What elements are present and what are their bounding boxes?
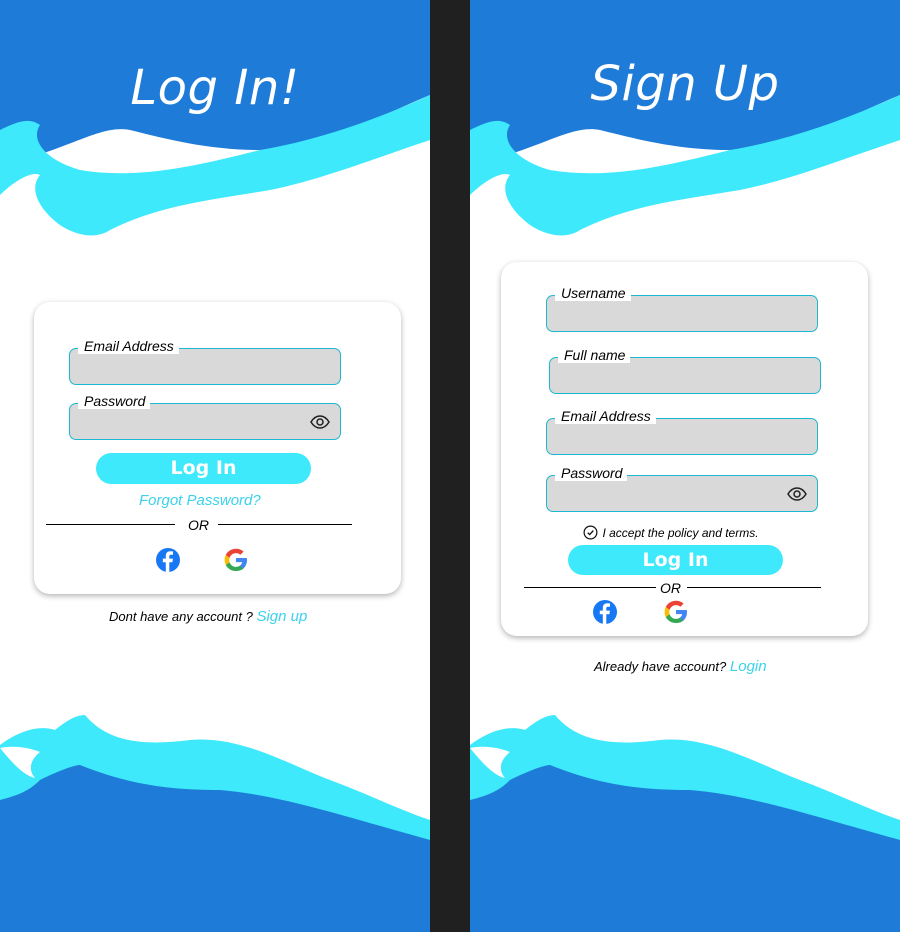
login-screen: Log In! Email Address Password Log In Fo… [0, 0, 430, 932]
login-footer-text: Dont have any account ? [109, 609, 253, 624]
sign-up-link[interactable]: Sign up [256, 608, 307, 625]
signup-screen: Sign Up Username Full name Email Address… [470, 0, 900, 932]
email-field[interactable]: Email Address [69, 338, 341, 385]
full-name-field[interactable]: Full name [549, 347, 821, 394]
password-field-label: Password [78, 393, 151, 409]
email-field-label: Email Address [78, 338, 179, 354]
signup-title: Sign Up [590, 56, 780, 112]
eye-icon[interactable] [787, 486, 807, 501]
forgot-password-link[interactable]: Forgot Password? [139, 492, 261, 509]
or-label: OR [188, 517, 209, 533]
signup-card: Username Full name Email Address Passwor… [501, 262, 868, 636]
signup-footer: Already have account? Login [594, 658, 767, 675]
login-button[interactable]: Log In [96, 453, 311, 484]
google-icon[interactable] [223, 547, 249, 573]
signup-email-field[interactable]: Email Address [546, 408, 818, 455]
or-label: OR [660, 580, 681, 596]
username-field[interactable]: Username [546, 285, 818, 332]
login-footer: Dont have any account ? Sign up [109, 608, 307, 625]
signup-password-field-label: Password [555, 465, 628, 481]
login-link[interactable]: Login [730, 658, 767, 675]
or-divider-left [46, 524, 175, 525]
or-divider-left [524, 587, 656, 588]
or-divider-right [687, 587, 821, 588]
signup-email-field-label: Email Address [555, 408, 656, 424]
facebook-icon[interactable] [155, 547, 181, 573]
signup-password-field[interactable]: Password [546, 465, 818, 512]
username-field-label: Username [555, 285, 631, 301]
google-icon[interactable] [663, 599, 689, 625]
password-field[interactable]: Password [69, 393, 341, 440]
facebook-icon[interactable] [592, 599, 618, 625]
check-circle-icon[interactable] [583, 525, 598, 540]
signup-submit-button[interactable]: Log In [568, 545, 783, 575]
login-card: Email Address Password Log In Forgot Pas… [34, 302, 401, 594]
policy-checkbox-row[interactable]: I accept the policy and terms. [583, 524, 759, 542]
policy-label: I accept the policy and terms. [602, 526, 759, 540]
or-divider-right [218, 524, 352, 525]
signup-footer-text: Already have account? [594, 659, 727, 674]
login-title: Log In! [130, 60, 300, 116]
eye-icon[interactable] [310, 414, 330, 429]
full-name-field-label: Full name [558, 347, 631, 363]
